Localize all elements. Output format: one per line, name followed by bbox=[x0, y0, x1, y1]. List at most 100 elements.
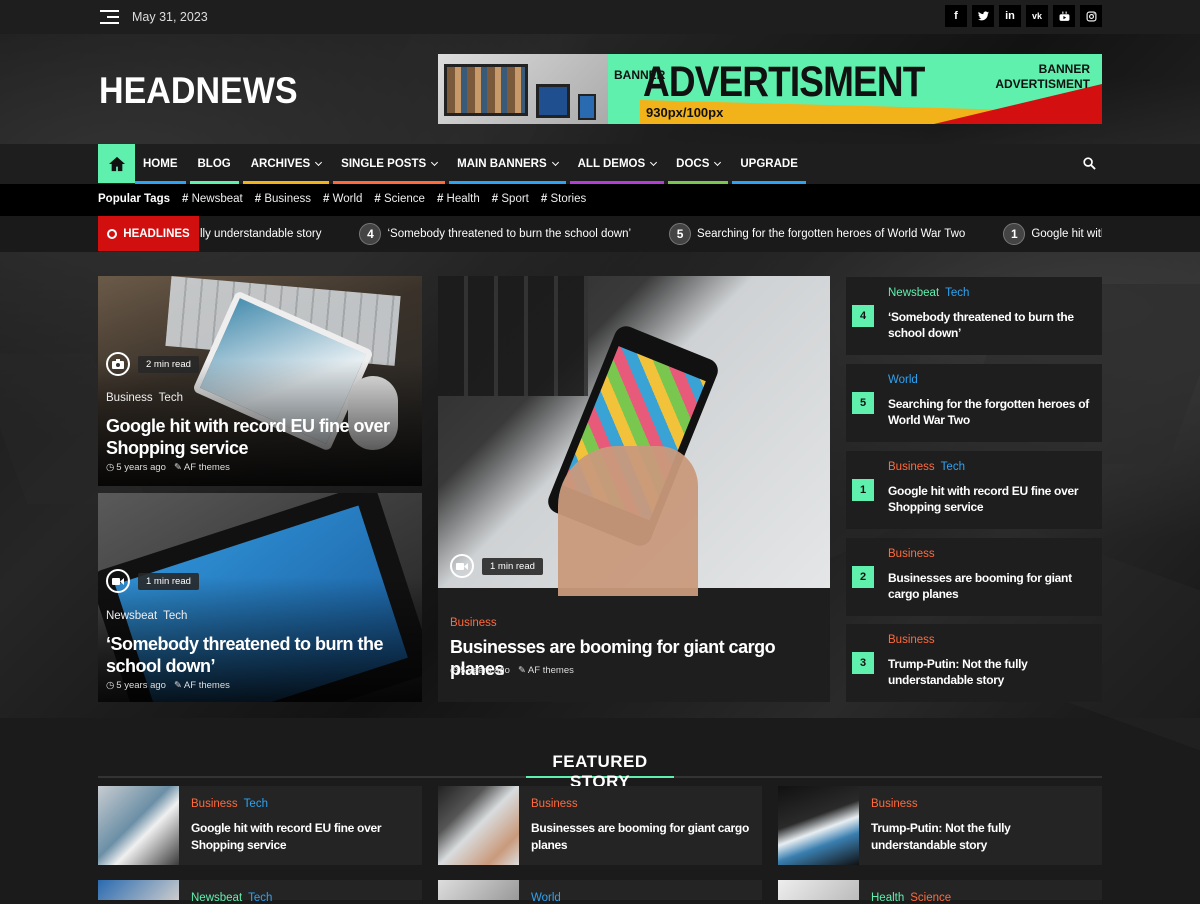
featured-title-link[interactable]: Businesses are booming for giant cargo p… bbox=[531, 820, 751, 853]
post-author[interactable]: AF themes bbox=[184, 462, 230, 473]
category-tech[interactable]: Tech bbox=[163, 610, 187, 622]
nav-item-label: HOME bbox=[143, 158, 178, 170]
story-card-school[interactable]: 1 min read Newsbeat Tech ‘Somebody threat… bbox=[98, 493, 422, 702]
story-card-google[interactable]: 2 min read Business Tech Google hit with … bbox=[98, 276, 422, 486]
instagram-icon[interactable] bbox=[1080, 5, 1102, 27]
trending-title[interactable]: Trump-Putin: Not the fully understandabl… bbox=[888, 656, 1093, 688]
nav-item-archives[interactable]: ARCHIVES bbox=[242, 144, 330, 184]
tag-link[interactable]: # Newsbeat bbox=[182, 193, 243, 205]
featured-thumbnail[interactable] bbox=[438, 880, 519, 900]
hash-icon: # bbox=[436, 193, 447, 205]
tag-link[interactable]: # Business bbox=[255, 193, 311, 205]
featured-thumbnail[interactable] bbox=[98, 786, 179, 865]
ticker-item[interactable]: lly understandable story bbox=[200, 228, 321, 240]
ticker-item[interactable]: 5 Searching for the forgotten heroes of W… bbox=[669, 223, 965, 245]
category-tech[interactable]: Tech bbox=[159, 392, 183, 404]
home-icon[interactable] bbox=[98, 144, 135, 183]
nav-item-docs[interactable]: DOCS bbox=[668, 144, 729, 184]
featured-title-link[interactable]: Trump-Putin: Not the fully understandabl… bbox=[871, 820, 1091, 853]
tag-link[interactable]: # Sport bbox=[492, 193, 529, 205]
featured-card[interactable]: Business Tech Google hit with record EU fi… bbox=[98, 786, 422, 865]
trending-title[interactable]: ‘Somebody threatened to burn the school … bbox=[888, 309, 1093, 341]
category-link[interactable]: Newsbeat bbox=[191, 892, 242, 904]
search-icon[interactable] bbox=[1083, 157, 1096, 170]
linkedin-icon[interactable]: in bbox=[999, 5, 1021, 27]
trending-item[interactable]: 5 World Searching for the forgotten heroes… bbox=[846, 364, 1102, 442]
camera-icon bbox=[106, 352, 130, 376]
ad-right-line-2: ADVERTISMENT bbox=[995, 77, 1090, 91]
nav-item-blog[interactable]: BLOG bbox=[189, 144, 239, 184]
hash-icon: # bbox=[491, 193, 502, 205]
trending-item[interactable]: 4 Newsbeat Tech ‘Somebody threatened to bur… bbox=[846, 277, 1102, 355]
popular-tags-bar: Popular Tags # Newsbeat # Business # World… bbox=[0, 184, 1200, 216]
category-link[interactable]: Health bbox=[871, 892, 904, 904]
post-time: 5 years ago bbox=[116, 462, 166, 473]
tag-link[interactable]: # Science bbox=[374, 193, 425, 205]
category-link[interactable]: World bbox=[888, 374, 918, 386]
tag-label: Science bbox=[384, 193, 425, 205]
post-author[interactable]: AF themes bbox=[184, 680, 230, 691]
trending-item[interactable]: 3 Business Trump-Putin: Not the fully unde… bbox=[846, 624, 1102, 702]
featured-card[interactable]: Health Science bbox=[778, 880, 1102, 904]
story-title[interactable]: Google hit with record EU fine over Shop… bbox=[106, 415, 406, 459]
featured-title-link[interactable]: Google hit with record EU fine over Shop… bbox=[191, 820, 411, 853]
category-link[interactable]: Tech bbox=[941, 461, 965, 473]
featured-thumbnail[interactable] bbox=[778, 880, 859, 900]
ad-right-line-1: BANNER bbox=[1038, 62, 1090, 76]
story-card-cargo[interactable]: 1 min read Business Businesses are boomi… bbox=[438, 276, 830, 702]
hash-icon: # bbox=[254, 193, 265, 205]
trending-item[interactable]: 1 Business Tech Google hit with record EU f… bbox=[846, 451, 1102, 529]
category-link[interactable]: Business bbox=[191, 798, 238, 810]
category-link[interactable]: Business bbox=[888, 634, 935, 646]
nav-item-single-posts[interactable]: SINGLE POSTS bbox=[333, 144, 446, 184]
chevron-down-icon bbox=[315, 158, 323, 167]
featured-card[interactable]: Business Trump-Putin: Not the fully under… bbox=[778, 786, 1102, 865]
site-logo[interactable]: HEADNEWS bbox=[99, 70, 298, 112]
tag-link[interactable]: # Health bbox=[437, 193, 480, 205]
nav-item-upgrade[interactable]: UPGRADE bbox=[732, 144, 806, 184]
category-link[interactable]: Tech bbox=[945, 287, 969, 299]
tag-link[interactable]: # Stories bbox=[541, 193, 586, 205]
category-link[interactable]: Business bbox=[888, 548, 935, 560]
nav-item-main-banners[interactable]: MAIN BANNERS bbox=[449, 144, 566, 184]
ticker-text: ‘Somebody threatened to burn the school … bbox=[387, 228, 632, 240]
category-business[interactable]: Business bbox=[450, 617, 497, 629]
trending-item[interactable]: 2 Business Businesses are booming for gian… bbox=[846, 538, 1102, 616]
category-link[interactable]: Business bbox=[531, 798, 578, 810]
tag-link[interactable]: # World bbox=[323, 193, 362, 205]
ticker-item[interactable]: 4 ‘Somebody threatened to burn the school… bbox=[359, 223, 631, 245]
category-link[interactable]: Science bbox=[910, 892, 951, 904]
vk-icon[interactable]: vk bbox=[1026, 5, 1048, 27]
featured-thumbnail[interactable] bbox=[778, 786, 859, 865]
post-author[interactable]: AF themes bbox=[528, 665, 574, 676]
advertisement-banner[interactable]: BANNER 930px/100px ADVERTISMENT BANNER A… bbox=[438, 54, 1102, 124]
nav-item-home[interactable]: HOME bbox=[135, 144, 186, 184]
ticker-item[interactable]: 1 Google hit with r bbox=[1003, 223, 1102, 245]
trending-title[interactable]: Businesses are booming for giant cargo p… bbox=[888, 570, 1093, 602]
featured-card[interactable]: Business Businesses are booming for giant… bbox=[438, 786, 762, 865]
trending-title[interactable]: Google hit with record EU fine over Shop… bbox=[888, 483, 1093, 515]
featured-card[interactable]: World bbox=[438, 880, 762, 904]
nav-item-all-demos[interactable]: ALL DEMOS bbox=[569, 144, 665, 184]
facebook-icon[interactable]: f bbox=[945, 5, 967, 27]
category-link[interactable]: World bbox=[531, 892, 561, 904]
category-business[interactable]: Business bbox=[106, 392, 153, 404]
featured-card[interactable]: Newsbeat Tech bbox=[98, 880, 422, 904]
rank-badge: 4 bbox=[852, 305, 874, 327]
menu-icon[interactable] bbox=[100, 10, 119, 24]
hash-icon: # bbox=[374, 193, 385, 205]
category-link[interactable]: Tech bbox=[248, 892, 272, 904]
featured-thumbnail[interactable] bbox=[98, 880, 179, 900]
twitter-icon[interactable] bbox=[972, 5, 994, 27]
tag-label: Newsbeat bbox=[191, 193, 243, 205]
category-newsbeat[interactable]: Newsbeat bbox=[106, 610, 157, 622]
youtube-icon[interactable] bbox=[1053, 5, 1075, 27]
story-title[interactable]: ‘Somebody threatened to burn the school … bbox=[106, 633, 416, 677]
phone-photo bbox=[438, 276, 830, 596]
category-link[interactable]: Tech bbox=[244, 798, 268, 810]
trending-title[interactable]: Searching for the forgotten heroes of Wo… bbox=[888, 396, 1093, 428]
featured-thumbnail[interactable] bbox=[438, 786, 519, 865]
category-link[interactable]: Business bbox=[888, 461, 935, 473]
category-link[interactable]: Newsbeat bbox=[888, 287, 939, 299]
category-link[interactable]: Business bbox=[871, 798, 918, 810]
